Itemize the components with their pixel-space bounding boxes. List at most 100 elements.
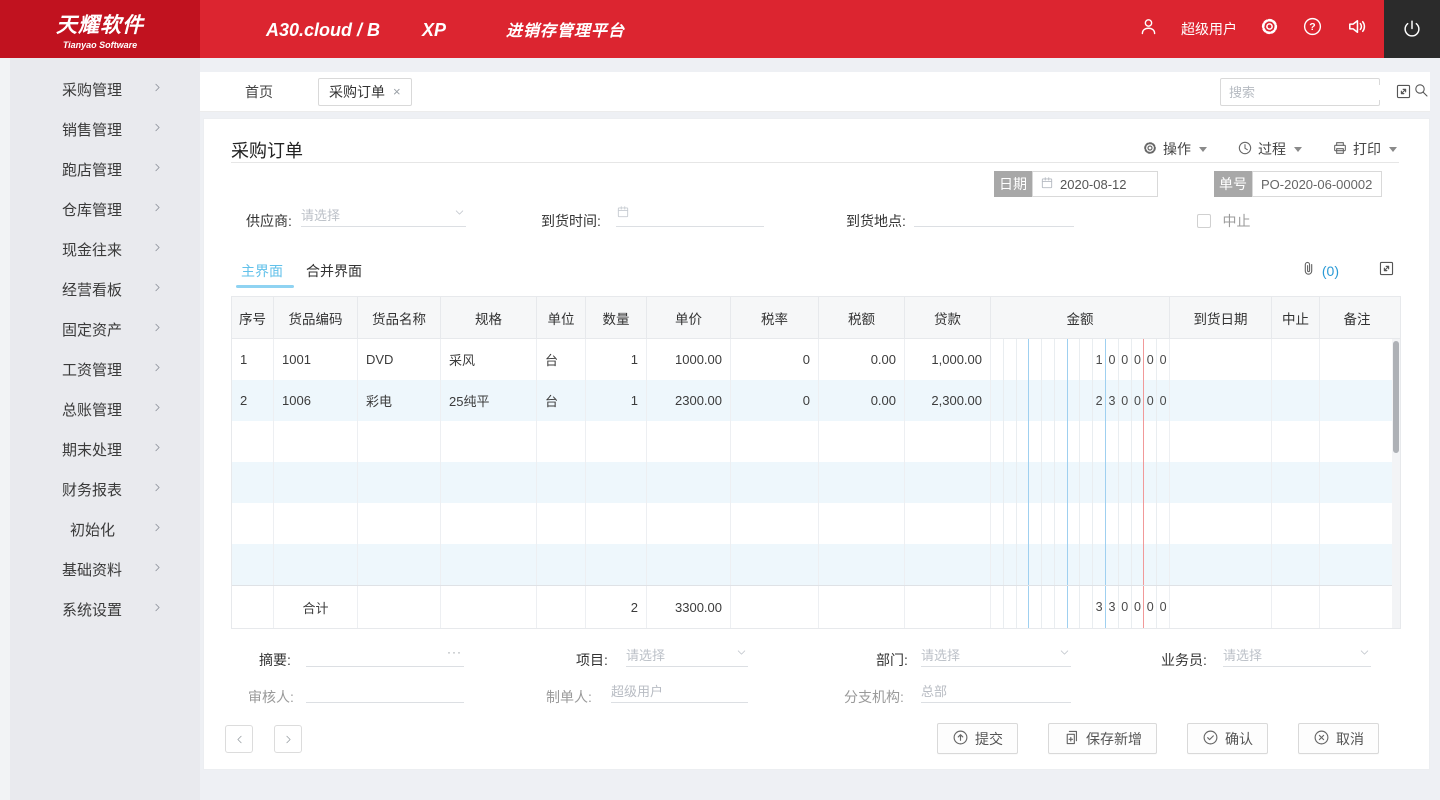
maker-value: 超级用户 bbox=[611, 681, 663, 700]
brand-name: 天耀软件 bbox=[56, 9, 144, 39]
arrival-time-input[interactable] bbox=[616, 203, 764, 227]
announcement-speaker-icon[interactable] bbox=[1345, 15, 1368, 43]
prev-record-button[interactable] bbox=[225, 725, 253, 753]
table-row[interactable]: 2 1006 彩电 25纯平 台 1 2300.00 0 0.00 2,300.… bbox=[232, 380, 1400, 421]
sidebar-item-system-settings[interactable]: 系统设置 bbox=[10, 589, 200, 629]
logout-power-button[interactable] bbox=[1384, 0, 1440, 58]
sidebar-item-dashboard[interactable]: 经营看板 bbox=[10, 269, 200, 309]
clock-icon bbox=[1237, 140, 1253, 159]
table-total-row: 合计 2 3300.00 330000 bbox=[232, 585, 1400, 628]
abort-checkbox[interactable] bbox=[1197, 214, 1211, 228]
brand-name-en: Tianyao Software bbox=[63, 40, 137, 50]
date-input[interactable]: 2020-08-12 bbox=[1032, 171, 1158, 197]
project-label: 项目: bbox=[576, 650, 608, 670]
user-icon[interactable] bbox=[1138, 16, 1159, 42]
caret-down-icon bbox=[1389, 147, 1397, 152]
chevron-right-icon bbox=[151, 561, 164, 578]
summary-label: 摘要: bbox=[259, 650, 291, 670]
more-ellipsis-button[interactable]: ··· bbox=[447, 645, 462, 659]
table-row-empty[interactable] bbox=[232, 503, 1400, 544]
total-price: 3300.00 bbox=[647, 586, 731, 628]
page-title: 采购订单 bbox=[231, 137, 303, 163]
product-edition: XP bbox=[422, 20, 446, 41]
table-row-empty[interactable] bbox=[232, 462, 1400, 503]
order-no-label: 单号 bbox=[1214, 171, 1252, 197]
branch-field: 总部 bbox=[921, 679, 1071, 703]
sidebar-item-base-data[interactable]: 基础资料 bbox=[10, 549, 200, 589]
tab-purchase-order[interactable]: 采购订单 × bbox=[318, 78, 412, 106]
search-input[interactable] bbox=[1221, 85, 1413, 100]
sidebar-item-store-run[interactable]: 跑店管理 bbox=[10, 149, 200, 189]
amount-digit-grid: 100000 bbox=[991, 339, 1170, 380]
supplier-select[interactable]: 请选择 bbox=[301, 203, 466, 227]
sidebar-item-period-end[interactable]: 期末处理 bbox=[10, 429, 200, 469]
page-tabbar: 首页 采购订单 × bbox=[200, 72, 1430, 112]
expand-grid-icon[interactable] bbox=[1378, 260, 1395, 282]
summary-input[interactable] bbox=[306, 643, 464, 667]
table-row-empty[interactable] bbox=[232, 544, 1400, 585]
sidebar-item-sales[interactable]: 销售管理 bbox=[10, 109, 200, 149]
arrival-time-label: 到货时间: bbox=[541, 211, 601, 231]
sidebar-item-general-ledger[interactable]: 总账管理 bbox=[10, 389, 200, 429]
operate-menu-button[interactable]: 操作 bbox=[1142, 139, 1207, 159]
sidebar-item-cash[interactable]: 现金往来 bbox=[10, 229, 200, 269]
sidebar-item-fixed-assets[interactable]: 固定资产 bbox=[10, 309, 200, 349]
platform-name: 进销存管理平台 bbox=[506, 17, 625, 41]
amount-digit-grid: 330000 bbox=[991, 586, 1170, 628]
process-menu-button[interactable]: 过程 bbox=[1237, 139, 1302, 159]
sidebar-item-initialization[interactable]: 初始化 bbox=[10, 509, 200, 549]
date-label: 日期 bbox=[994, 171, 1032, 197]
branch-label: 分支机构: bbox=[844, 687, 904, 707]
tab-merge-view[interactable]: 合并界面 bbox=[306, 261, 362, 281]
table-row-empty[interactable] bbox=[232, 421, 1400, 462]
print-menu-button[interactable]: 打印 bbox=[1332, 139, 1397, 159]
order-no-value[interactable]: PO-2020-06-00002 bbox=[1252, 171, 1382, 197]
tab-main-view[interactable]: 主界面 bbox=[241, 261, 283, 281]
settings-gear-icon[interactable] bbox=[1259, 16, 1280, 42]
confirm-button[interactable]: 确认 bbox=[1187, 723, 1268, 754]
sidebar-item-purchase[interactable]: 采购管理 bbox=[10, 69, 200, 109]
table-scrollbar[interactable] bbox=[1392, 339, 1400, 628]
next-record-button[interactable] bbox=[274, 725, 302, 753]
caret-down-icon bbox=[1294, 147, 1302, 152]
help-icon[interactable] bbox=[1302, 16, 1323, 42]
purchase-order-card: 采购订单 操作 过程 打印 日期 2020-08-12 单号 PO-2020-0… bbox=[203, 118, 1430, 770]
sidebar-item-financial-reports[interactable]: 财务报表 bbox=[10, 469, 200, 509]
sidebar-item-payroll[interactable]: 工资管理 bbox=[10, 349, 200, 389]
cancel-button[interactable]: 取消 bbox=[1298, 723, 1379, 754]
department-select[interactable]: 请选择 bbox=[921, 643, 1071, 667]
abort-checkbox-field: 中止 bbox=[1197, 211, 1250, 231]
department-label: 部门: bbox=[876, 650, 908, 670]
submit-button[interactable]: 提交 bbox=[937, 723, 1018, 754]
attachment-button[interactable]: (0) bbox=[1300, 260, 1339, 282]
auditor-input[interactable] bbox=[306, 679, 464, 703]
amount-digit-grid bbox=[991, 544, 1170, 585]
table-row[interactable]: 1 1001 DVD 采风 台 1 1000.00 0 0.00 1,000.0… bbox=[232, 339, 1400, 380]
search-box bbox=[1220, 78, 1380, 106]
check-circle-icon bbox=[1202, 729, 1219, 749]
tab-home[interactable]: 首页 bbox=[245, 82, 273, 102]
chevron-right-icon bbox=[151, 401, 164, 418]
amount-digit-grid: 230000 bbox=[991, 380, 1170, 421]
search-icon[interactable] bbox=[1413, 82, 1429, 103]
chevron-right-icon bbox=[151, 441, 164, 458]
x-circle-icon bbox=[1313, 729, 1330, 749]
close-tab-icon[interactable]: × bbox=[393, 84, 401, 99]
current-username[interactable]: 超级用户 bbox=[1181, 19, 1237, 39]
auditor-label: 审核人: bbox=[248, 687, 294, 707]
arrival-place-input[interactable] bbox=[914, 203, 1074, 227]
fullscreen-icon[interactable] bbox=[1395, 83, 1412, 105]
project-select[interactable]: 请选择 bbox=[626, 643, 748, 667]
sidebar-item-warehouse[interactable]: 仓库管理 bbox=[10, 189, 200, 229]
salesman-select[interactable]: 请选择 bbox=[1223, 643, 1371, 667]
scrollbar-thumb[interactable] bbox=[1393, 341, 1399, 453]
save-new-icon bbox=[1063, 729, 1080, 749]
abort-label: 中止 bbox=[1222, 213, 1250, 229]
chevron-down-icon bbox=[1058, 646, 1071, 664]
amount-digit-grid bbox=[991, 503, 1170, 544]
save-new-button[interactable]: 保存新增 bbox=[1048, 723, 1157, 754]
product-name: A30.cloud / B bbox=[266, 20, 380, 41]
attachment-count: (0) bbox=[1322, 263, 1339, 279]
branch-value: 总部 bbox=[921, 681, 947, 700]
maker-label: 制单人: bbox=[546, 687, 592, 707]
